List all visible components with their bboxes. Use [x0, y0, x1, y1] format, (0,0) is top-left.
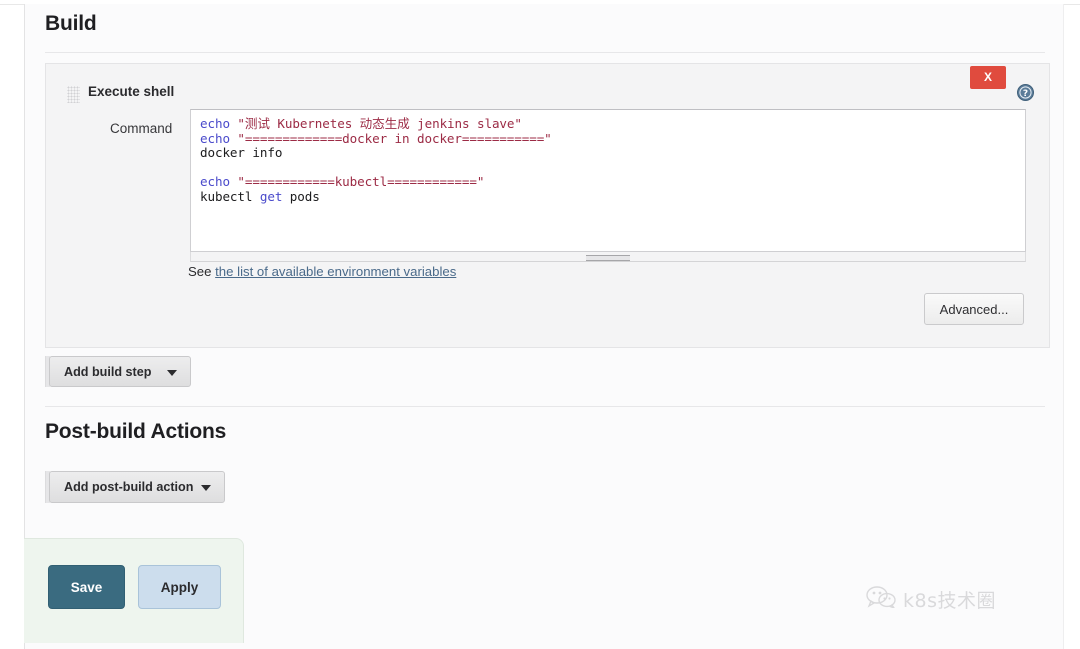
textarea-resize-handle[interactable]	[190, 252, 1026, 262]
add-post-build-action-button[interactable]: Add post-build action	[49, 471, 225, 503]
command-field-label: Command	[110, 121, 173, 136]
env-hint-prefix: See	[188, 264, 216, 279]
svg-text:?: ?	[1023, 89, 1028, 99]
save-button[interactable]: Save	[48, 565, 125, 609]
code-token: echo	[200, 174, 238, 190]
section-divider-postbuild	[45, 406, 1045, 407]
help-circle-icon[interactable]: ?	[1017, 84, 1034, 101]
code-token: pods	[282, 188, 320, 204]
jenkins-job-config-page: Build Execute shell X ? Command echo "测试…	[0, 0, 1080, 649]
code-token: docker info	[200, 145, 283, 161]
apply-button[interactable]: Apply	[138, 565, 221, 609]
code-token: "=============docker in docker==========…	[237, 130, 552, 146]
environment-variables-link[interactable]: the list of available environment variab…	[215, 264, 456, 279]
section-divider-build	[45, 52, 1045, 53]
environment-variables-hint: See the list of available environment va…	[188, 264, 456, 279]
code-token: get	[259, 188, 283, 204]
command-code-content: echo "测试 Kubernetes 动态生成 jenkins slave" …	[191, 110, 1025, 205]
code-token: echo	[200, 130, 238, 146]
code-token: echo	[200, 116, 238, 131]
code-token: kubectl	[200, 188, 260, 204]
postbuild-section-title: Post-build Actions	[45, 420, 227, 443]
build-step-execute-shell: Execute shell X ? Command echo "测试 Kuber…	[45, 63, 1050, 348]
code-token: "测试 Kubernetes 动态生成 jenkins slave"	[237, 116, 522, 131]
delete-build-step-button[interactable]: X	[970, 66, 1006, 89]
add-build-step-button[interactable]: Add build step	[49, 356, 191, 387]
build-step-title: Execute shell	[88, 84, 175, 99]
form-action-bar: Save Apply	[24, 538, 244, 643]
drag-grip-icon[interactable]	[67, 86, 80, 103]
advanced-button[interactable]: Advanced...	[924, 293, 1024, 325]
command-input[interactable]: echo "测试 Kubernetes 动态生成 jenkins slave" …	[190, 109, 1026, 252]
page-title: Build	[45, 12, 97, 35]
code-token: "============kubectl============"	[237, 174, 485, 190]
